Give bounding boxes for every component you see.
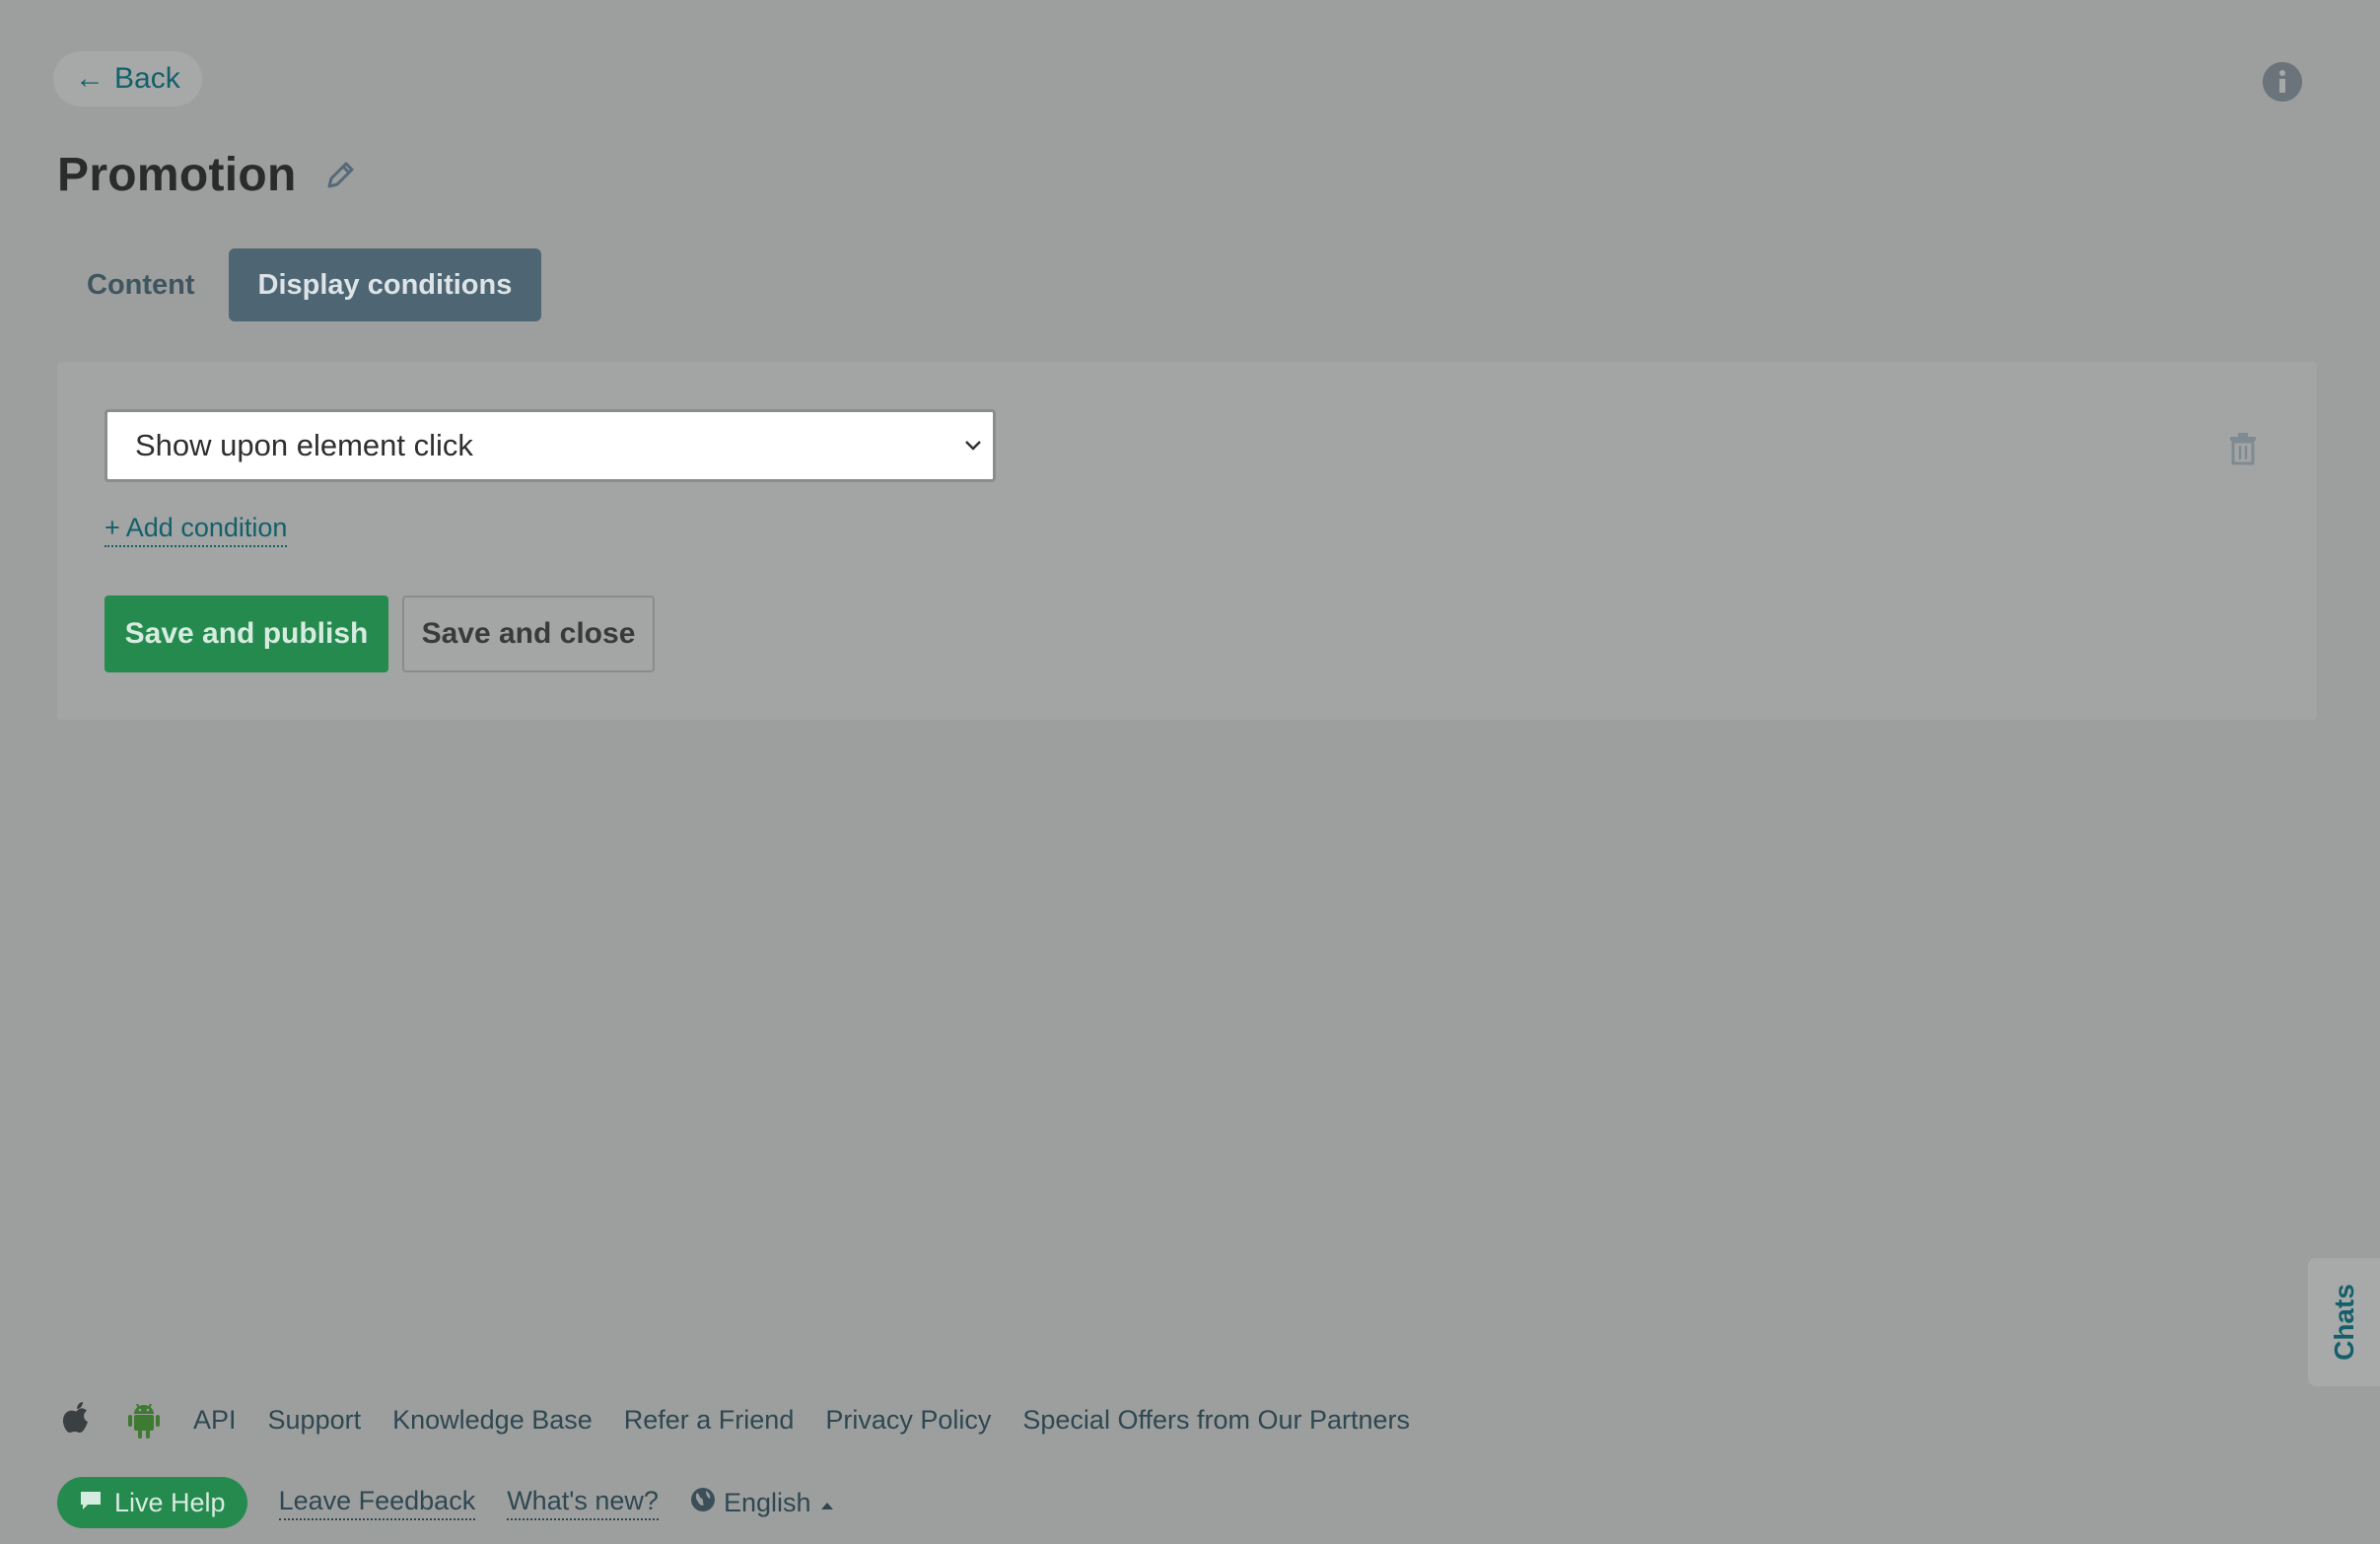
- page: ← Back Promotion Content Display conditi…: [0, 0, 2380, 1544]
- footer-link-api[interactable]: API: [193, 1405, 237, 1436]
- footer-links: API Support Knowledge Base Refer a Frien…: [59, 1400, 1410, 1439]
- live-help-button[interactable]: Live Help: [57, 1477, 247, 1528]
- footer-link-support[interactable]: Support: [268, 1405, 362, 1436]
- apple-icon[interactable]: [59, 1400, 95, 1439]
- footer-link-refer-a-friend[interactable]: Refer a Friend: [624, 1405, 795, 1436]
- tab-content[interactable]: Content: [57, 248, 225, 321]
- whats-new-link[interactable]: What's new?: [507, 1486, 659, 1520]
- footer-link-privacy-policy[interactable]: Privacy Policy: [825, 1405, 991, 1436]
- chevron-down-icon: [959, 432, 987, 459]
- chats-label: Chats: [2328, 1284, 2359, 1361]
- globe-icon: [690, 1487, 716, 1519]
- tabs: Content Display conditions: [57, 248, 542, 321]
- page-title: Promotion: [57, 149, 297, 201]
- leave-feedback-link[interactable]: Leave Feedback: [278, 1486, 476, 1520]
- chats-side-tab[interactable]: Chats: [2308, 1258, 2380, 1386]
- caret-up-icon: [819, 1488, 835, 1518]
- condition-select[interactable]: Show upon element click: [105, 409, 996, 482]
- back-button[interactable]: ← Back: [53, 51, 202, 106]
- language-label: English: [723, 1487, 811, 1517]
- action-buttons: Save and publish Save and close: [105, 596, 655, 672]
- conditions-panel: Show upon element click + Add condition …: [57, 362, 2317, 720]
- back-label: Back: [114, 62, 180, 95]
- title-row: Promotion: [57, 148, 358, 202]
- android-icon[interactable]: [126, 1400, 162, 1439]
- save-and-close-button[interactable]: Save and close: [402, 596, 655, 672]
- footer-bottom: Live Help Leave Feedback What's new? Eng…: [57, 1477, 835, 1528]
- language-selector[interactable]: English: [690, 1487, 835, 1519]
- add-condition-link[interactable]: + Add condition: [105, 513, 288, 547]
- chat-bubble-icon: [79, 1488, 103, 1518]
- trash-icon[interactable]: [2226, 431, 2260, 466]
- tab-display-conditions[interactable]: Display conditions: [228, 248, 542, 321]
- live-help-label: Live Help: [114, 1487, 226, 1517]
- edit-icon[interactable]: [322, 158, 358, 193]
- condition-select-value: Show upon element click: [135, 428, 473, 462]
- info-icon[interactable]: [2263, 62, 2302, 102]
- back-arrow-icon: ←: [75, 62, 105, 95]
- footer-link-special-offers[interactable]: Special Offers from Our Partners: [1022, 1405, 1410, 1436]
- footer-link-knowledge-base[interactable]: Knowledge Base: [392, 1405, 593, 1436]
- save-and-publish-button[interactable]: Save and publish: [105, 596, 388, 672]
